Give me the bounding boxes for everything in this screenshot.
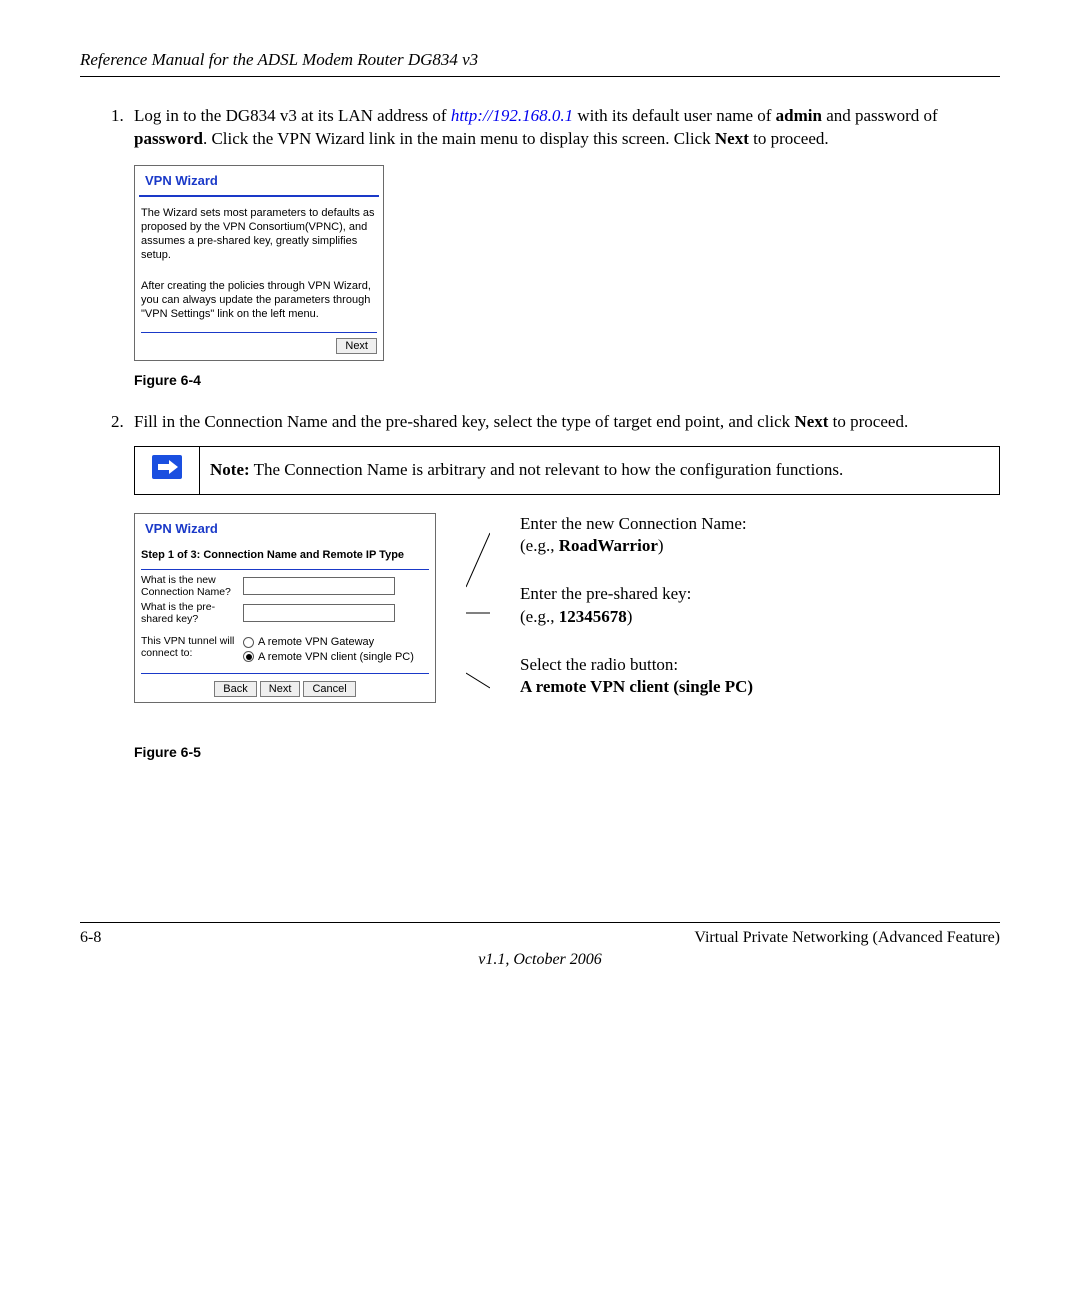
step1-text-1: Log in to the DG834 v3 at its LAN addres… bbox=[134, 106, 451, 125]
fig4-next-button[interactable]: Next bbox=[336, 338, 377, 354]
fig5-q1-label: What is the new Connection Name? bbox=[141, 574, 237, 598]
note-text-cell: Note: The Connection Name is arbitrary a… bbox=[200, 447, 1000, 495]
annot-connection-name: Enter the new Connection Name: (e.g., Ro… bbox=[520, 513, 753, 557]
step1-text-3: and password of bbox=[822, 106, 938, 125]
annot2-post: ) bbox=[627, 607, 633, 626]
annot1-line1: Enter the new Connection Name: bbox=[520, 513, 753, 535]
fig5-opt2-label: A remote VPN client (single PC) bbox=[258, 651, 414, 663]
annot-radio: Select the radio button: A remote VPN cl… bbox=[520, 654, 753, 698]
figure-6-4-caption: Figure 6-4 bbox=[134, 371, 1000, 390]
fig5-cancel-button[interactable]: Cancel bbox=[303, 681, 355, 697]
fig4-paragraph-2: After creating the policies through VPN … bbox=[141, 280, 377, 321]
annot2-example: 12345678 bbox=[559, 607, 627, 626]
step-2: Fill in the Connection Name and the pre-… bbox=[128, 411, 1000, 762]
annot2-pre: (e.g., bbox=[520, 607, 559, 626]
step2-next: Next bbox=[794, 412, 828, 431]
fig5-q3-label: This VPN tunnel will connect to: bbox=[141, 635, 237, 659]
annot3-line2: A remote VPN client (single PC) bbox=[520, 676, 753, 698]
steps-list: Log in to the DG834 v3 at its LAN addres… bbox=[100, 105, 1000, 762]
annot1-example: RoadWarrior bbox=[559, 536, 658, 555]
step2-text-2: to proceed. bbox=[828, 412, 908, 431]
figure-6-5-annotations: Enter the new Connection Name: (e.g., Ro… bbox=[520, 513, 753, 698]
fig5-back-button[interactable]: Back bbox=[214, 681, 256, 697]
step1-text-2: with its default user name of bbox=[573, 106, 776, 125]
figure-6-5-screenshot: VPN Wizard Step 1 of 3: Connection Name … bbox=[134, 513, 436, 703]
fig4-window-title: VPN Wizard bbox=[139, 166, 379, 198]
fig5-opt1-label: A remote VPN Gateway bbox=[258, 636, 374, 648]
step-1: Log in to the DG834 v3 at its LAN addres… bbox=[128, 105, 1000, 389]
fig5-next-button[interactable]: Next bbox=[260, 681, 301, 697]
annot-preshared-key: Enter the pre-shared key: (e.g., 1234567… bbox=[520, 583, 753, 627]
figure-6-5-row: VPN Wizard Step 1 of 3: Connection Name … bbox=[134, 513, 1000, 733]
section-title: Virtual Private Networking (Advanced Fea… bbox=[694, 929, 1000, 947]
callout-lines bbox=[466, 513, 490, 733]
connection-name-input[interactable] bbox=[243, 577, 395, 595]
radio-option-gateway[interactable]: A remote VPN Gateway bbox=[243, 635, 414, 650]
step1-text-4: . Click the VPN Wizard link in the main … bbox=[203, 129, 715, 148]
annot3-line1: Select the radio button: bbox=[520, 654, 753, 676]
preshared-key-input[interactable] bbox=[243, 604, 395, 622]
lan-address-link[interactable]: http://192.168.0.1 bbox=[451, 106, 573, 125]
step1-text-5: to proceed. bbox=[749, 129, 829, 148]
note-label: Note: bbox=[210, 460, 250, 479]
fig4-paragraph-1: The Wizard sets most parameters to defau… bbox=[141, 207, 377, 262]
figure-6-5-caption: Figure 6-5 bbox=[134, 743, 1000, 762]
step2-text-1: Fill in the Connection Name and the pre-… bbox=[134, 412, 794, 431]
radio-option-client[interactable]: A remote VPN client (single PC) bbox=[243, 650, 414, 665]
fig5-step-label: Step 1 of 3: Connection Name and Remote … bbox=[141, 544, 429, 565]
note-icon-cell bbox=[135, 447, 200, 495]
step1-next: Next bbox=[715, 129, 749, 148]
default-username: admin bbox=[776, 106, 822, 125]
annot2-line1: Enter the pre-shared key: bbox=[520, 583, 753, 605]
annot1-post: ) bbox=[658, 536, 664, 555]
version-line: v1.1, October 2006 bbox=[80, 951, 1000, 969]
content-area: Log in to the DG834 v3 at its LAN addres… bbox=[100, 105, 1000, 762]
fig5-q2-label: What is the pre-shared key? bbox=[141, 601, 237, 625]
default-password: password bbox=[134, 129, 203, 148]
figure-6-4-screenshot: VPN Wizard The Wizard sets most paramete… bbox=[134, 165, 1000, 361]
page-number: 6-8 bbox=[80, 929, 101, 947]
fig5-window-title: VPN Wizard bbox=[139, 514, 431, 544]
page-footer: 6-8 Virtual Private Networking (Advanced… bbox=[80, 922, 1000, 947]
note-text: The Connection Name is arbitrary and not… bbox=[250, 460, 844, 479]
page-header: Reference Manual for the ADSL Modem Rout… bbox=[80, 50, 1000, 77]
note-box: Note: The Connection Name is arbitrary a… bbox=[134, 446, 1000, 495]
arrow-right-icon bbox=[152, 455, 182, 479]
annot1-pre: (e.g., bbox=[520, 536, 559, 555]
